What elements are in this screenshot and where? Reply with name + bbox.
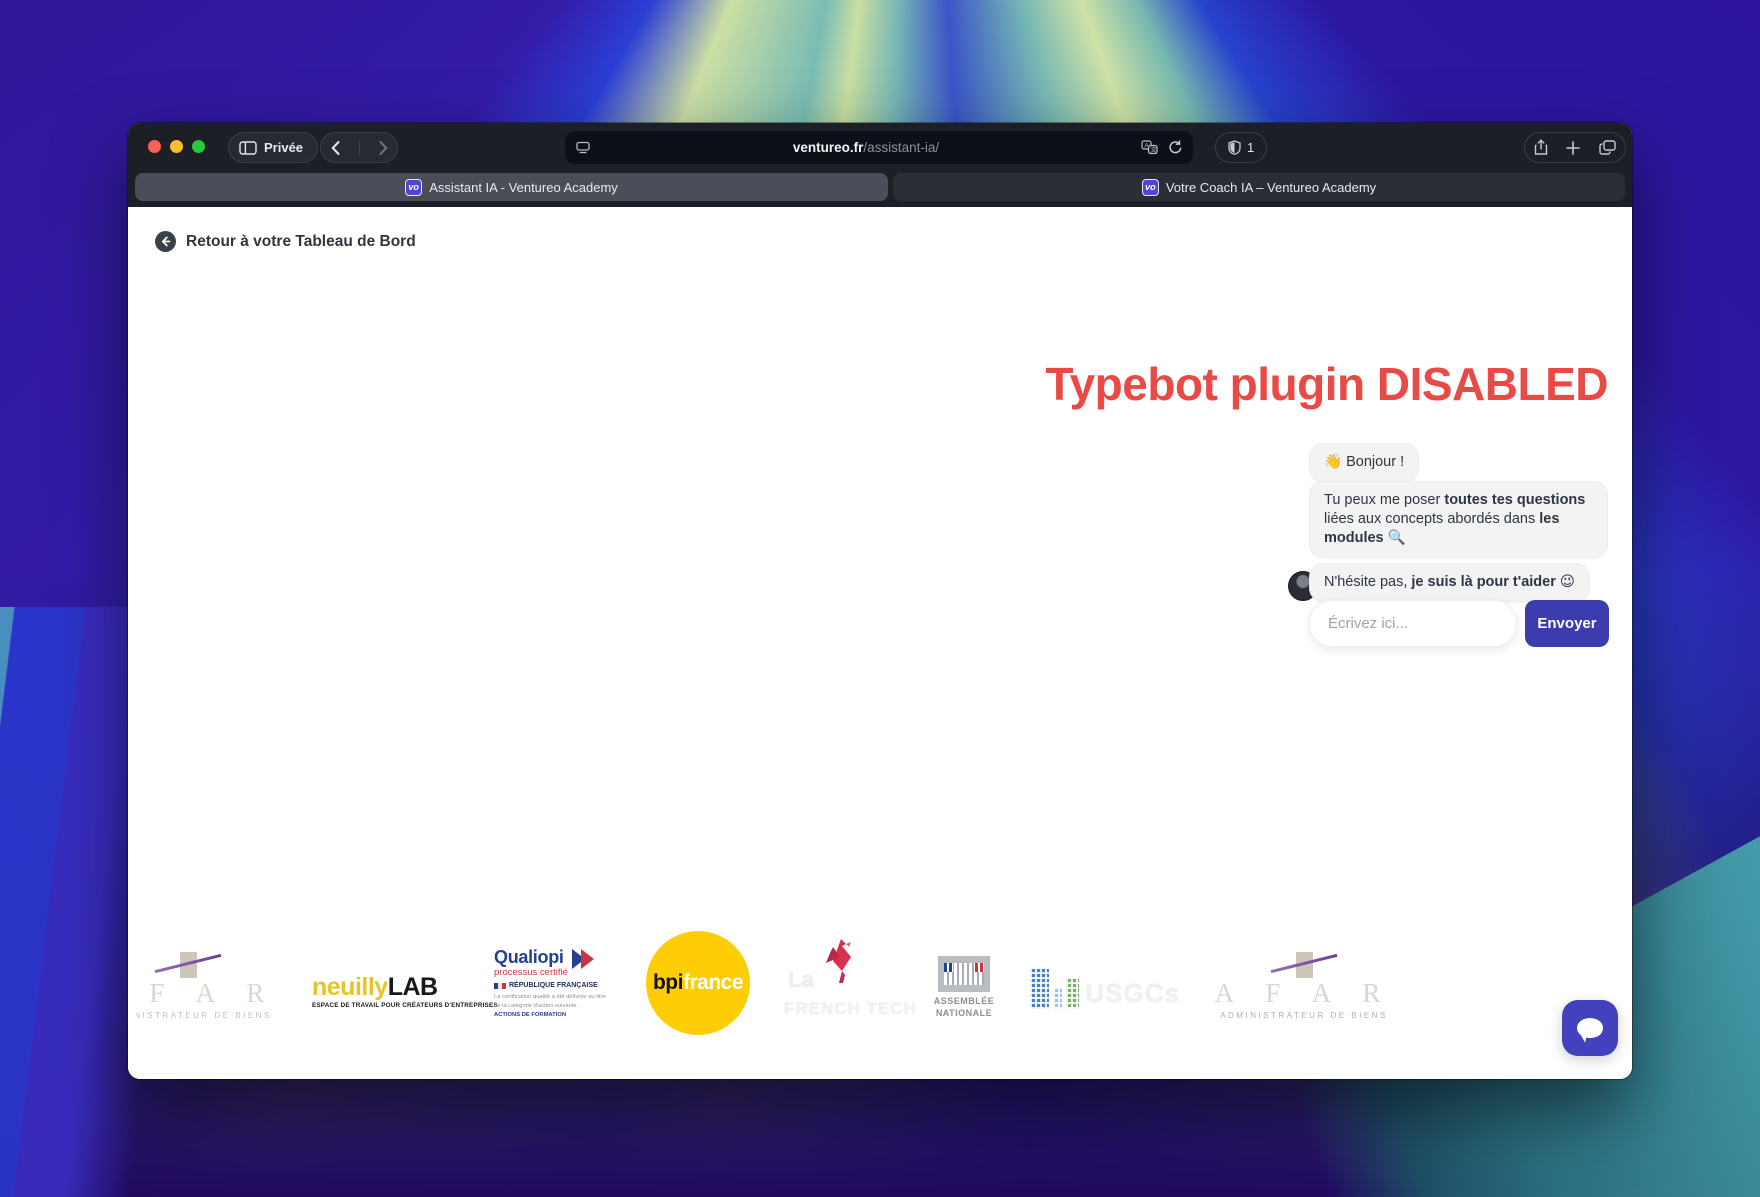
chat-message-greeting: 👋 Bonjour ! [1309, 443, 1420, 483]
qualiopi-name: Qualiopi [494, 947, 564, 968]
address-bar[interactable]: ventureo.fr/assistant-ia/ A 文 [565, 131, 1193, 164]
msg2-text: liées aux concepts abordés dans [1324, 511, 1540, 528]
republique-label: RÉPUBLIQUE FRANÇAISE [509, 982, 598, 990]
forward-icon[interactable] [379, 140, 388, 155]
tab-assistant-ia[interactable]: vo Assistant IA - Ventureo Academy [135, 173, 888, 201]
back-circle-icon [155, 231, 176, 252]
frenchtech-la: La [788, 966, 814, 992]
url-text: ventureo.fr/assistant-ia/ [591, 140, 1141, 155]
france-flag-icon [494, 982, 506, 989]
chat-input-row: Envoyer [1309, 600, 1609, 647]
afar-mark-icon [154, 951, 222, 980]
page-format-icon[interactable] [575, 141, 591, 155]
browser-toolbar: Privée ventureo.fr/assistant-ia/ A 文 1 [128, 123, 1632, 171]
frenchtech-name: FRENCH TECH [784, 998, 917, 1018]
tab-bar: vo Assistant IA - Ventureo Academy vo Vo… [128, 171, 1632, 207]
zoom-window-button[interactable] [192, 140, 205, 153]
url-path: /assistant-ia/ [863, 140, 940, 155]
new-tab-icon[interactable] [1566, 140, 1581, 155]
partner-logo-carousel: A F A R ADMINISTRATEUR DE BIENS neuillyL… [136, 925, 1426, 1040]
chat-text-input[interactable] [1309, 600, 1517, 647]
msg3-emoji: 😉 [1555, 574, 1576, 590]
shield-icon [1228, 140, 1241, 155]
close-window-button[interactable] [148, 140, 161, 153]
msg2-text: Tu peux me poser [1324, 492, 1445, 508]
bpi-france: france [682, 970, 744, 994]
ventureo-favicon: vo [405, 178, 423, 196]
msg3-text: N'hésite pas, [1324, 574, 1412, 590]
afar-subtitle: ADMINISTRATEUR DE BIENS [1220, 1010, 1388, 1020]
url-host: ventureo.fr [792, 140, 864, 155]
logo-frenchtech: La FRENCH TECH [780, 937, 916, 1033]
neuilly-subtitle: ESPACE DE TRAVAIL POUR CRÉATEURS D'ENTRE… [312, 1001, 498, 1009]
usgc-name: USGCs [1085, 977, 1180, 1008]
reload-icon[interactable] [1168, 140, 1183, 155]
chat-bubble-icon [1577, 1018, 1603, 1038]
qualiopi-chevrons-icon [571, 949, 598, 971]
nav-divider [358, 139, 360, 156]
privacy-report-badge[interactable]: 1 [1215, 132, 1268, 163]
logo-usgc: USGCs [1030, 968, 1180, 1009]
back-to-dashboard-link[interactable]: Retour à votre Tableau de Bord [155, 231, 416, 252]
qualiopi-cert-text: La certification qualité a été délivrée … [494, 994, 606, 1018]
neuilly-name: neuilly [312, 972, 388, 1001]
neuilly-lab: LAB [387, 972, 438, 1001]
bpi-name: bpi [652, 970, 684, 994]
browser-window: Privée ventureo.fr/assistant-ia/ A 文 1 v… [128, 123, 1632, 1079]
logo-assemblee-nationale: ASSEMBLÉE NATIONALE [928, 956, 1000, 1019]
tab-title: Assistant IA - Ventureo Academy [429, 179, 618, 195]
afar-letters: A F A R [1214, 977, 1394, 1008]
logo-neuillylab: neuillyLAB ESPACE DE TRAVAIL POUR CRÉATE… [312, 972, 498, 1009]
msg2-bold: toutes tes questions [1444, 492, 1586, 508]
back-icon[interactable] [330, 140, 340, 155]
send-button[interactable]: Envoyer [1525, 600, 1609, 647]
minimize-window-button[interactable] [170, 140, 183, 153]
afar-subtitle: ADMINISTRATEUR DE BIENS [136, 1010, 272, 1020]
chat-message-questions: Tu peux me poser toutes tes questions li… [1309, 481, 1608, 559]
window-controls [148, 140, 205, 153]
building-icon [1030, 968, 1049, 1009]
logo-bpifrance: bpi france [646, 930, 750, 1035]
qualiopi-process: processus certifié [494, 967, 568, 979]
typebot-disabled-heading: Typebot plugin DISABLED [1045, 358, 1608, 410]
sidebar-icon [239, 140, 257, 155]
share-icon[interactable] [1534, 139, 1548, 156]
tab-votre-coach-ia[interactable]: vo Votre Coach IA – Ventureo Academy [893, 173, 1625, 201]
rooster-icon [826, 938, 851, 983]
building-icon [1052, 986, 1063, 1009]
nav-buttons [320, 132, 398, 163]
afar-mark-icon [1270, 951, 1338, 980]
svg-text:文: 文 [1151, 146, 1157, 154]
tab-title: Votre Coach IA – Ventureo Academy [1165, 179, 1377, 195]
desktop: Privée ventureo.fr/assistant-ia/ A 文 1 v… [0, 0, 1760, 1197]
chat-fab-button[interactable] [1562, 1000, 1618, 1056]
afar-letters: A F A R [136, 977, 278, 1008]
translate-icon[interactable]: A 文 [1141, 140, 1158, 155]
msg3-bold: je suis là pour t'aider [1411, 574, 1556, 590]
msg2-emoji: 🔍 [1383, 530, 1406, 547]
private-browsing-badge[interactable]: Privée [228, 132, 319, 163]
toolbar-right-buttons [1524, 132, 1626, 163]
logo-afar: A F A R ADMINISTRATEUR DE BIENS [1210, 951, 1398, 1020]
chat-message-help: N'hésite pas, je suis là pour t'aider 😉 [1309, 563, 1591, 603]
assemblee-building-icon [938, 956, 990, 993]
shield-count: 1 [1247, 140, 1255, 155]
private-label: Privée [264, 140, 304, 155]
logo-afar: A F A R ADMINISTRATEUR DE BIENS [136, 951, 282, 1020]
ventureo-favicon: vo [1141, 178, 1159, 196]
building-icon [1066, 978, 1080, 1009]
back-link-label: Retour à votre Tableau de Bord [186, 232, 416, 250]
page-content: Retour à votre Tableau de Bord Typebot p… [128, 207, 1632, 1079]
tab-overview-icon[interactable] [1599, 140, 1616, 155]
logo-qualiopi: Qualiopi processus certifié RÉPUBLIQUE F… [494, 947, 616, 1019]
